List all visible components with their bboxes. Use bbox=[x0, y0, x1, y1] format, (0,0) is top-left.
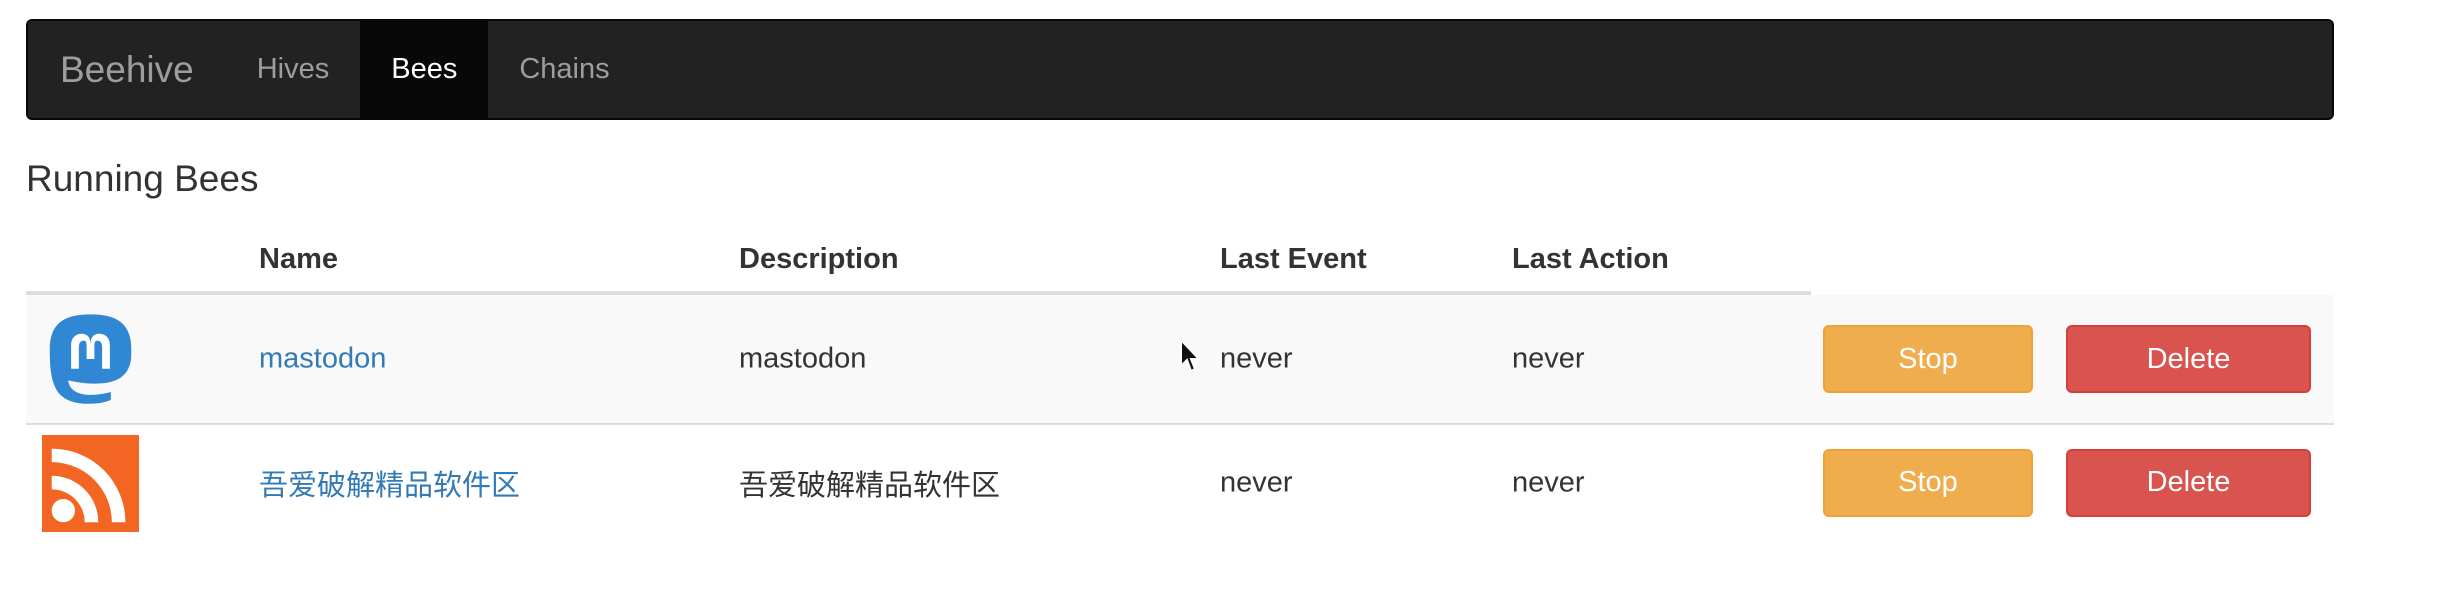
column-header-last-event: Last Event bbox=[1220, 243, 1367, 275]
bee-last-event: never bbox=[1220, 466, 1293, 498]
page: Beehive Hives Bees Chains Running Bees N… bbox=[0, 0, 2454, 612]
nav-item-bees[interactable]: Bees bbox=[360, 21, 489, 118]
bee-name-link[interactable]: 吾爱破解精品软件区 bbox=[259, 462, 520, 504]
stop-button[interactable]: Stop bbox=[1823, 448, 2033, 517]
table-row: 吾爱破解精品软件区 吾爱破解精品软件区 never never Stop Del… bbox=[26, 425, 2334, 540]
bees-table: Name Description Last Event Last Action … bbox=[26, 225, 2334, 540]
delete-button[interactable]: Delete bbox=[2066, 325, 2311, 393]
column-header-description: Description bbox=[739, 243, 899, 275]
delete-button[interactable]: Delete bbox=[2066, 448, 2311, 517]
table-header: Name Description Last Event Last Action bbox=[26, 225, 2334, 295]
top-navbar: Beehive Hives Bees Chains bbox=[26, 19, 2334, 120]
bee-last-action: never bbox=[1512, 342, 1585, 375]
column-header-name: Name bbox=[259, 243, 338, 275]
stop-button[interactable]: Stop bbox=[1823, 325, 2033, 393]
bee-description: 吾爱破解精品软件区 bbox=[739, 469, 1001, 502]
bee-name-link[interactable]: mastodon bbox=[259, 343, 386, 376]
nav-item-chains[interactable]: Chains bbox=[488, 21, 640, 118]
bee-last-event: never bbox=[1220, 342, 1293, 375]
bee-last-action: never bbox=[1512, 466, 1585, 498]
column-header-last-action: Last Action bbox=[1512, 243, 1669, 275]
mouse-cursor-icon bbox=[1179, 337, 1203, 374]
page-title: Running Bees bbox=[26, 158, 259, 199]
rss-icon bbox=[42, 435, 139, 532]
nav-item-hives[interactable]: Hives bbox=[226, 21, 361, 118]
bee-description: mastodon bbox=[739, 342, 867, 375]
brand-link[interactable]: Beehive bbox=[28, 21, 226, 118]
mastodon-icon bbox=[42, 311, 139, 408]
